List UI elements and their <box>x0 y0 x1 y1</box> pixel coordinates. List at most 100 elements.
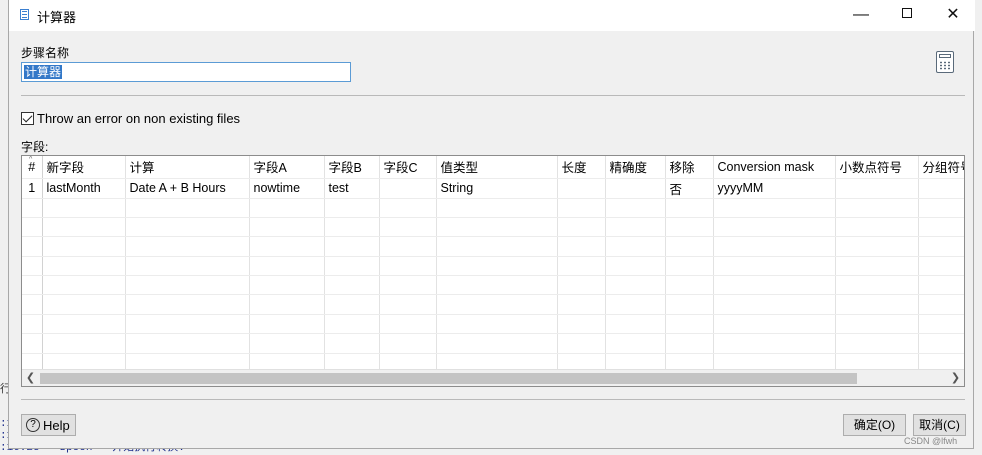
table-cell[interactable]: nowtime <box>249 178 325 199</box>
column-header[interactable]: 字段B <box>324 156 380 179</box>
table-cell[interactable] <box>42 236 126 257</box>
table-cell[interactable] <box>125 275 250 296</box>
table-cell[interactable] <box>665 256 714 277</box>
table-cell[interactable] <box>42 217 126 238</box>
table-cell[interactable] <box>713 333 836 354</box>
table-cell[interactable] <box>324 256 380 277</box>
table-cell[interactable] <box>125 314 250 335</box>
table-cell[interactable] <box>557 178 606 199</box>
table-cell[interactable] <box>918 236 964 257</box>
table-cell[interactable] <box>436 256 558 277</box>
scroll-left-icon[interactable]: ❮ <box>22 370 39 386</box>
table-cell[interactable] <box>436 294 558 315</box>
table-cell[interactable] <box>557 314 606 335</box>
table-row[interactable]: 1 lastMonth Date A + B Hours nowtime tes… <box>22 178 964 199</box>
table-cell[interactable] <box>605 198 666 218</box>
column-header[interactable]: 长度 <box>557 156 606 179</box>
table-cell[interactable] <box>324 217 380 238</box>
table-cell[interactable] <box>125 256 250 277</box>
table-cell[interactable]: String <box>436 178 558 199</box>
column-header[interactable]: 字段C <box>379 156 437 179</box>
table-cell[interactable] <box>918 275 964 296</box>
column-header[interactable]: 小数点符号 <box>835 156 919 179</box>
column-header[interactable]: 值类型 <box>436 156 558 179</box>
column-header[interactable]: Conversion mask <box>713 156 836 179</box>
table-cell[interactable] <box>557 333 606 354</box>
table-cell[interactable] <box>557 217 606 238</box>
table-cell[interactable] <box>249 294 325 315</box>
throw-error-checkbox[interactable] <box>21 111 34 125</box>
table-cell[interactable] <box>665 314 714 335</box>
table-cell[interactable] <box>125 236 250 257</box>
table-row-empty[interactable] <box>22 314 964 335</box>
table-cell[interactable] <box>125 217 250 238</box>
table-cell[interactable] <box>379 314 437 335</box>
table-cell[interactable] <box>42 314 126 335</box>
table-row-empty[interactable] <box>22 294 964 315</box>
table-cell[interactable]: yyyyMM <box>713 178 836 199</box>
table-cell[interactable] <box>713 275 836 296</box>
close-button[interactable]: ✕ <box>930 0 976 31</box>
table-cell[interactable] <box>557 275 606 296</box>
table-cell[interactable] <box>436 333 558 354</box>
table-cell[interactable] <box>605 217 666 238</box>
column-header[interactable]: 计算 <box>125 156 250 179</box>
table-cell[interactable] <box>324 333 380 354</box>
table-cell[interactable] <box>713 236 836 257</box>
table-cell[interactable] <box>22 275 43 296</box>
table-cell[interactable] <box>324 275 380 296</box>
title-bar[interactable]: 计算器 — ✕ <box>9 0 975 31</box>
table-cell[interactable] <box>379 294 437 315</box>
table-cell[interactable] <box>22 294 43 315</box>
table-cell[interactable] <box>665 275 714 296</box>
table-cell[interactable] <box>713 217 836 238</box>
table-cell[interactable] <box>324 236 380 257</box>
table-cell[interactable] <box>436 217 558 238</box>
table-cell[interactable] <box>918 256 964 277</box>
table-cell[interactable] <box>605 333 666 354</box>
table-cell[interactable] <box>42 333 126 354</box>
table-cell[interactable] <box>324 198 380 218</box>
table-cell[interactable] <box>436 314 558 335</box>
table-cell[interactable] <box>125 198 250 218</box>
table-cell[interactable] <box>436 236 558 257</box>
table-cell[interactable] <box>918 333 964 354</box>
table-cell[interactable] <box>324 314 380 335</box>
table-cell[interactable] <box>42 294 126 315</box>
column-header[interactable]: 字段A <box>249 156 325 179</box>
column-header[interactable]: ^ # <box>22 156 43 179</box>
table-cell[interactable] <box>713 294 836 315</box>
throw-error-checkbox-row[interactable]: Throw an error on non existing files <box>21 110 240 126</box>
table-row-empty[interactable] <box>22 333 964 354</box>
table-cell[interactable] <box>605 256 666 277</box>
table-cell[interactable] <box>42 256 126 277</box>
table-cell[interactable] <box>835 217 919 238</box>
scroll-right-icon[interactable]: ❯ <box>947 370 964 386</box>
table-cell[interactable] <box>665 294 714 315</box>
table-cell[interactable] <box>22 217 43 238</box>
table-cell[interactable] <box>713 256 836 277</box>
table-cell[interactable] <box>42 198 126 218</box>
table-cell[interactable] <box>42 275 126 296</box>
horizontal-scrollbar[interactable]: ❮ ❯ <box>22 369 964 386</box>
column-header[interactable]: 移除 <box>665 156 714 179</box>
table-cell[interactable] <box>835 294 919 315</box>
table-cell[interactable] <box>835 178 919 199</box>
column-header[interactable]: 分组符号 <box>918 156 964 179</box>
table-cell[interactable] <box>835 198 919 218</box>
table-cell[interactable] <box>436 198 558 218</box>
table-cell[interactable] <box>713 198 836 218</box>
table-cell[interactable] <box>249 198 325 218</box>
table-cell[interactable] <box>379 256 437 277</box>
table-cell[interactable] <box>22 314 43 335</box>
table-cell[interactable] <box>22 236 43 257</box>
table-cell[interactable] <box>379 275 437 296</box>
table-cell[interactable] <box>557 236 606 257</box>
table-cell[interactable] <box>605 178 666 199</box>
table-cell[interactable] <box>835 275 919 296</box>
table-cell[interactable] <box>379 236 437 257</box>
table-cell[interactable] <box>665 198 714 218</box>
table-cell[interactable]: 1 <box>22 178 43 199</box>
table-row-empty[interactable] <box>22 256 964 277</box>
table-cell[interactable] <box>249 217 325 238</box>
